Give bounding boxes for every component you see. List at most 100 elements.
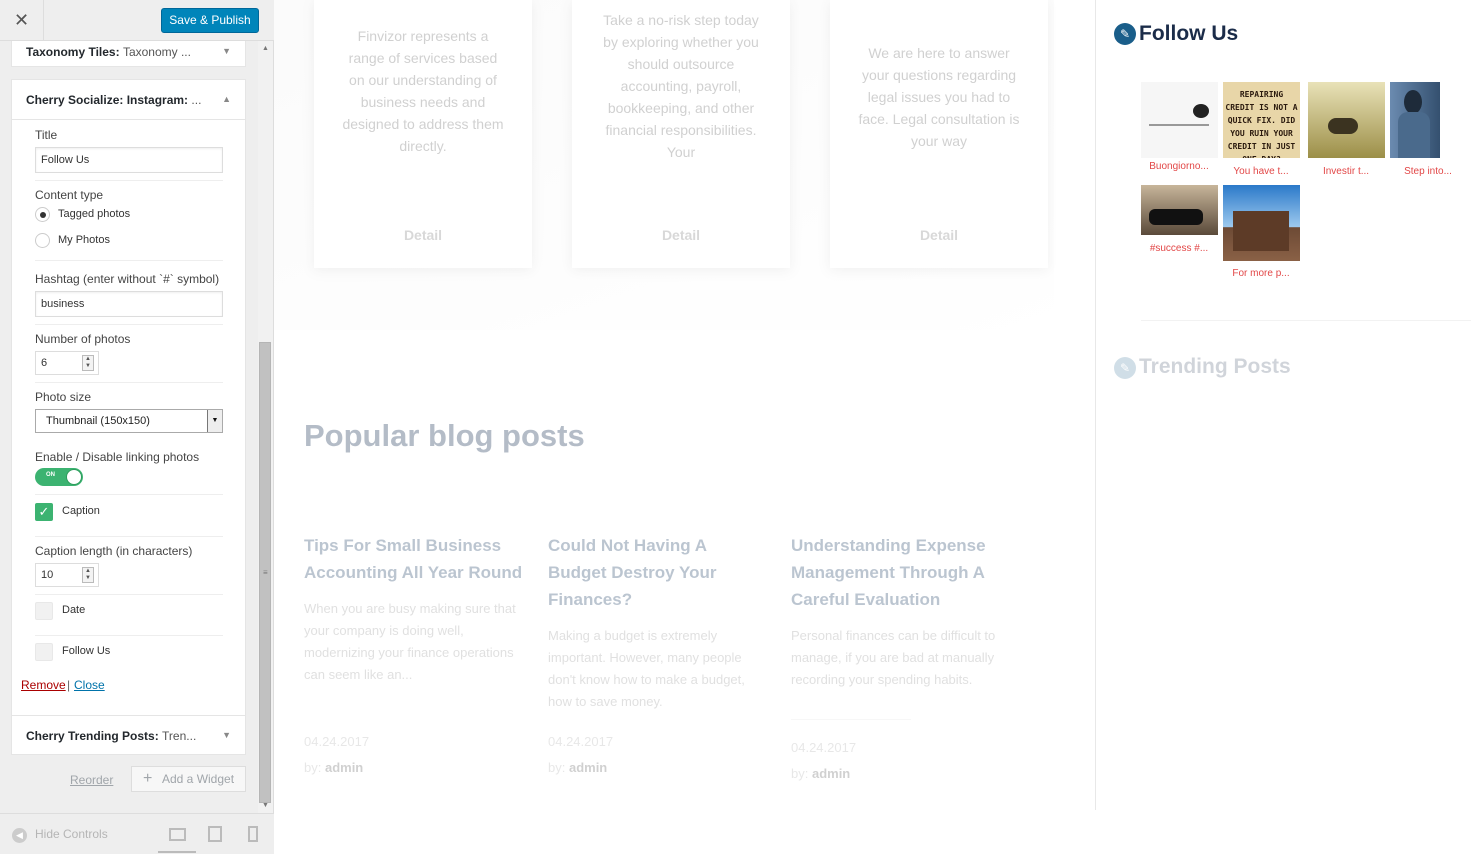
by-label: by:: [791, 766, 809, 781]
hashtag-label: Hashtag (enter without `#` symbol): [35, 272, 220, 286]
post-author: by: admin: [548, 760, 607, 775]
widget-trending-posts[interactable]: Cherry Trending Posts: Tren... ▼: [11, 715, 246, 755]
number-of-photos-label: Number of photos: [35, 332, 131, 346]
spinner-arrows-icon[interactable]: ▲ ▼: [82, 567, 94, 583]
preview-sidebar: ✎ Follow Us Buongiorno... REPAIRING CRED…: [1095, 0, 1471, 810]
pencil-circle-icon: ✎: [1114, 23, 1136, 45]
widget-taxonomy-tiles[interactable]: Taxonomy Tiles: Taxonomy ... ▼: [11, 41, 246, 67]
scroll-up-icon[interactable]: ▲: [262, 45, 269, 52]
close-customizer-button[interactable]: ✕: [0, 0, 44, 40]
instagram-photo[interactable]: REPAIRING CREDIT IS NOT A QUICK FIX. DID…: [1223, 82, 1300, 158]
remove-link[interactable]: Remove: [21, 678, 66, 692]
follow-us-label: Follow Us: [62, 645, 111, 657]
photo-caption[interactable]: #success #...: [1139, 243, 1219, 254]
photo-graphic: [1398, 112, 1430, 158]
instagram-photo[interactable]: [1141, 82, 1218, 158]
photo-size-select[interactable]: Thumbnail (150x150) ▼: [35, 409, 223, 433]
detail-button[interactable]: Detail: [314, 227, 532, 243]
post-title[interactable]: Could Not Having A Budget Destroy Your F…: [548, 532, 763, 613]
photo-graphic: [1193, 104, 1209, 118]
service-card: We are here to answer your questions reg…: [830, 0, 1048, 268]
widget-subtitle: Tren...: [162, 729, 197, 743]
post-date: 04.24.2017: [548, 734, 614, 749]
service-text: We are here to answer your questions reg…: [858, 45, 1020, 149]
hashtag-field[interactable]: business: [35, 291, 223, 317]
author-name[interactable]: admin: [325, 760, 363, 775]
mobile-preview-icon[interactable]: [248, 826, 258, 842]
instagram-photo[interactable]: [1141, 185, 1218, 235]
radio-label: Tagged photos: [58, 208, 131, 220]
tablet-preview-icon[interactable]: [208, 826, 222, 842]
blog-post: Could Not Having A Budget Destroy Your F…: [548, 532, 763, 775]
blog-section-title: Popular blog posts: [304, 418, 585, 453]
scrollbar-thumb[interactable]: ≡: [259, 342, 271, 803]
by-label: by:: [304, 760, 322, 775]
photo-caption[interactable]: For more p...: [1221, 268, 1301, 279]
photo-caption[interactable]: Investir t...: [1306, 166, 1386, 177]
stepper-value: 10: [41, 569, 54, 581]
post-date: 04.24.2017: [304, 734, 370, 749]
service-text: Take a no-risk step today by exploring w…: [603, 12, 759, 160]
number-of-photos-stepper[interactable]: 6 ▲ ▼: [35, 351, 99, 375]
detail-button[interactable]: Detail: [830, 227, 1048, 243]
title-label: Title: [35, 128, 58, 142]
caption-label: Caption: [62, 505, 100, 517]
photo-graphic: [1328, 118, 1358, 134]
title-field[interactable]: Follow Us: [35, 147, 223, 173]
author-name[interactable]: admin: [569, 760, 607, 775]
photo-caption[interactable]: Buongiorno...: [1139, 161, 1219, 172]
save-publish-button[interactable]: Save & Publish: [161, 8, 259, 33]
widget-title: Cherry Trending Posts:: [26, 729, 159, 743]
widget-divider: [1141, 320, 1471, 321]
date-checkbox[interactable]: [35, 602, 53, 620]
instagram-photo[interactable]: [1390, 82, 1467, 158]
divider: [35, 180, 223, 181]
sidebar-scrollbar[interactable]: ▲ ≡ ▼: [258, 41, 273, 813]
widget-subtitle: Taxonomy ...: [122, 45, 191, 59]
active-device-indicator: [158, 851, 196, 853]
stepper-value: 6: [41, 357, 48, 369]
post-excerpt: Making a budget is extremely important. …: [548, 628, 745, 709]
blog-post: Understanding Expense Management Through…: [791, 532, 1036, 781]
linking-label: Enable / Disable linking photos: [35, 450, 200, 464]
radio-my-photos[interactable]: [35, 233, 50, 248]
divider: [35, 494, 223, 495]
instagram-photo[interactable]: [1308, 82, 1385, 158]
hide-controls-button[interactable]: ◀ Hide Controls: [12, 827, 108, 843]
photo-size-label: Photo size: [35, 390, 92, 404]
caption-length-stepper[interactable]: 10 ▲ ▼: [35, 563, 99, 587]
widget-title: Cherry Socialize: Instagram:: [26, 93, 189, 107]
desktop-preview-icon[interactable]: [169, 828, 186, 841]
caption-length-label: Caption length (in characters): [35, 544, 193, 558]
customizer-sidebar: ✕ Save & Publish Taxonomy Tiles: Taxonom…: [0, 0, 274, 854]
divider: [35, 536, 223, 537]
linking-toggle[interactable]: ON: [35, 468, 83, 486]
instagram-photo[interactable]: [1223, 185, 1300, 261]
service-card: Take a no-risk step today by exploring w…: [572, 0, 790, 268]
reorder-link[interactable]: Reorder: [70, 773, 113, 787]
trending-posts-heading: Trending Posts: [1139, 355, 1291, 378]
photo-caption[interactable]: You have t...: [1221, 166, 1301, 177]
spinner-arrows-icon[interactable]: ▲ ▼: [82, 355, 94, 371]
scroll-down-icon[interactable]: ▼: [262, 802, 269, 809]
follow-us-checkbox[interactable]: [35, 643, 53, 661]
collapse-icon: ◀: [12, 828, 27, 843]
photo-graphic: [1233, 211, 1289, 251]
post-title[interactable]: Tips For Small Business Accounting All Y…: [304, 532, 534, 586]
photo-caption[interactable]: Step into...: [1388, 166, 1468, 177]
detail-button[interactable]: Detail: [572, 227, 790, 243]
site-preview: Finvizor represents a range of services …: [274, 0, 1471, 854]
widget-instagram-header[interactable]: Cherry Socialize: Instagram: ... ▲: [12, 80, 245, 120]
by-label: by:: [548, 760, 566, 775]
add-widget-button[interactable]: + Add a Widget: [131, 766, 246, 792]
photo-graphic: [1149, 124, 1209, 126]
close-link[interactable]: Close: [74, 678, 105, 692]
post-title[interactable]: Understanding Expense Management Through…: [791, 532, 1036, 613]
author-name[interactable]: admin: [812, 766, 850, 781]
select-value: Thumbnail (150x150): [46, 415, 150, 427]
caption-checkbox[interactable]: ✓: [35, 503, 53, 521]
content-type-label: Content type: [35, 188, 104, 202]
divider: [35, 635, 223, 636]
radio-tagged-photos[interactable]: [35, 207, 50, 222]
photo-graphic: [1149, 209, 1203, 225]
